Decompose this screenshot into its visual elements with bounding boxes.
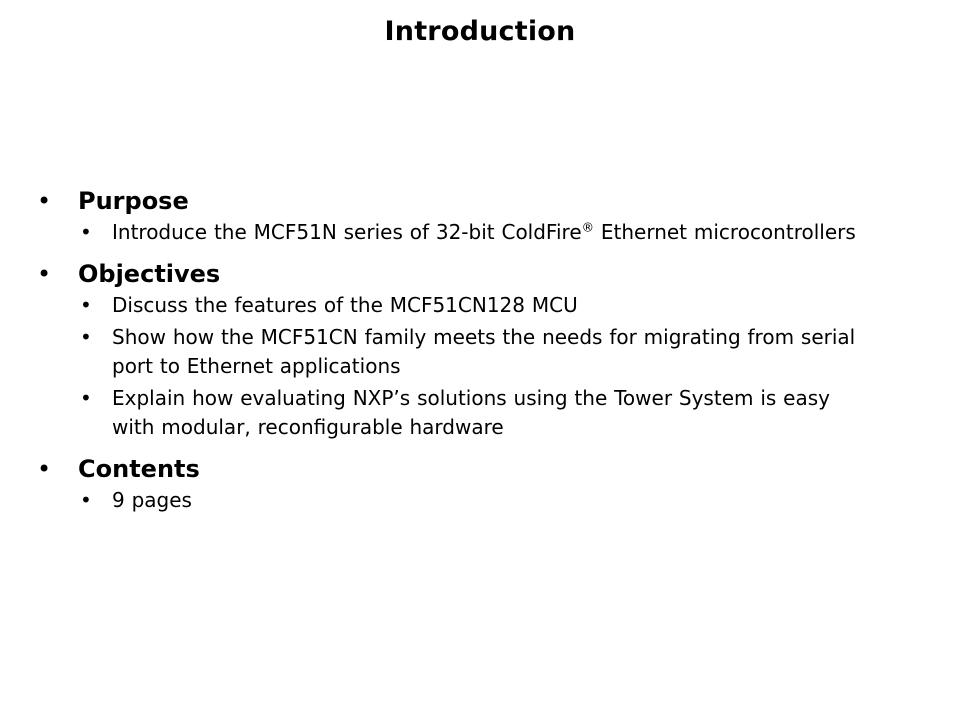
list-item: • 9 pages [30,486,930,515]
bullet-icon: • [37,455,52,483]
section-heading: Purpose [78,187,189,215]
slide-body: • Purpose • Introduce the MCF51N series … [30,186,930,521]
list-item-text: Explain how evaluating NXP’s solutions u… [112,386,830,439]
sub-bullet-list: • Introduce the MCF51N series of 32-bit … [30,218,930,247]
sub-bullet-list: • 9 pages [30,486,930,515]
list-item-text: Introduce the MCF51N series of 32-bit Co… [112,218,874,247]
section-heading: Objectives [78,260,221,288]
list-item-text: Discuss the features of the MCF51CN128 M… [112,293,578,317]
slide-title: Introduction [384,16,576,47]
outline-section: • Purpose • Introduce the MCF51N series … [30,186,930,247]
list-item: • Explain how evaluating NXP’s solutions… [30,384,930,442]
registered-trademark-icon: ® [581,219,595,235]
list-item: • Show how the MCF51CN family meets the … [30,323,930,381]
bullet-icon: • [80,386,92,410]
list-item-text: Show how the MCF51CN family meets the ne… [112,325,856,378]
bullet-icon: • [37,260,52,288]
bullet-icon: • [80,293,92,317]
section-heading-row: • Objectives [30,259,930,289]
bullet-icon: • [37,187,52,215]
presentation-slide: Introduction • Purpose • Introduce the M… [0,0,960,720]
sub-bullet-list: • Discuss the features of the MCF51CN128… [30,291,930,442]
list-item: • Introduce the MCF51N series of 32-bit … [30,218,930,247]
bullet-icon: • [80,488,92,512]
section-heading-row: • Purpose [30,186,930,216]
section-heading-row: • Contents [30,454,930,484]
outline-section: • Contents • 9 pages [30,454,930,515]
list-item-text: 9 pages [112,488,192,512]
bullet-icon: • [80,325,92,349]
list-item: • Discuss the features of the MCF51CN128… [30,291,930,320]
section-heading: Contents [78,455,200,483]
list-item-text-main: Introduce the MCF51N series of 32-bit Co… [112,220,582,244]
outline-list: • Purpose • Introduce the MCF51N series … [30,186,930,515]
list-item-text-tail: Ethernet microcontrollers [594,220,856,244]
bullet-icon: • [80,220,92,244]
outline-section: • Objectives • Discuss the features of t… [30,259,930,442]
